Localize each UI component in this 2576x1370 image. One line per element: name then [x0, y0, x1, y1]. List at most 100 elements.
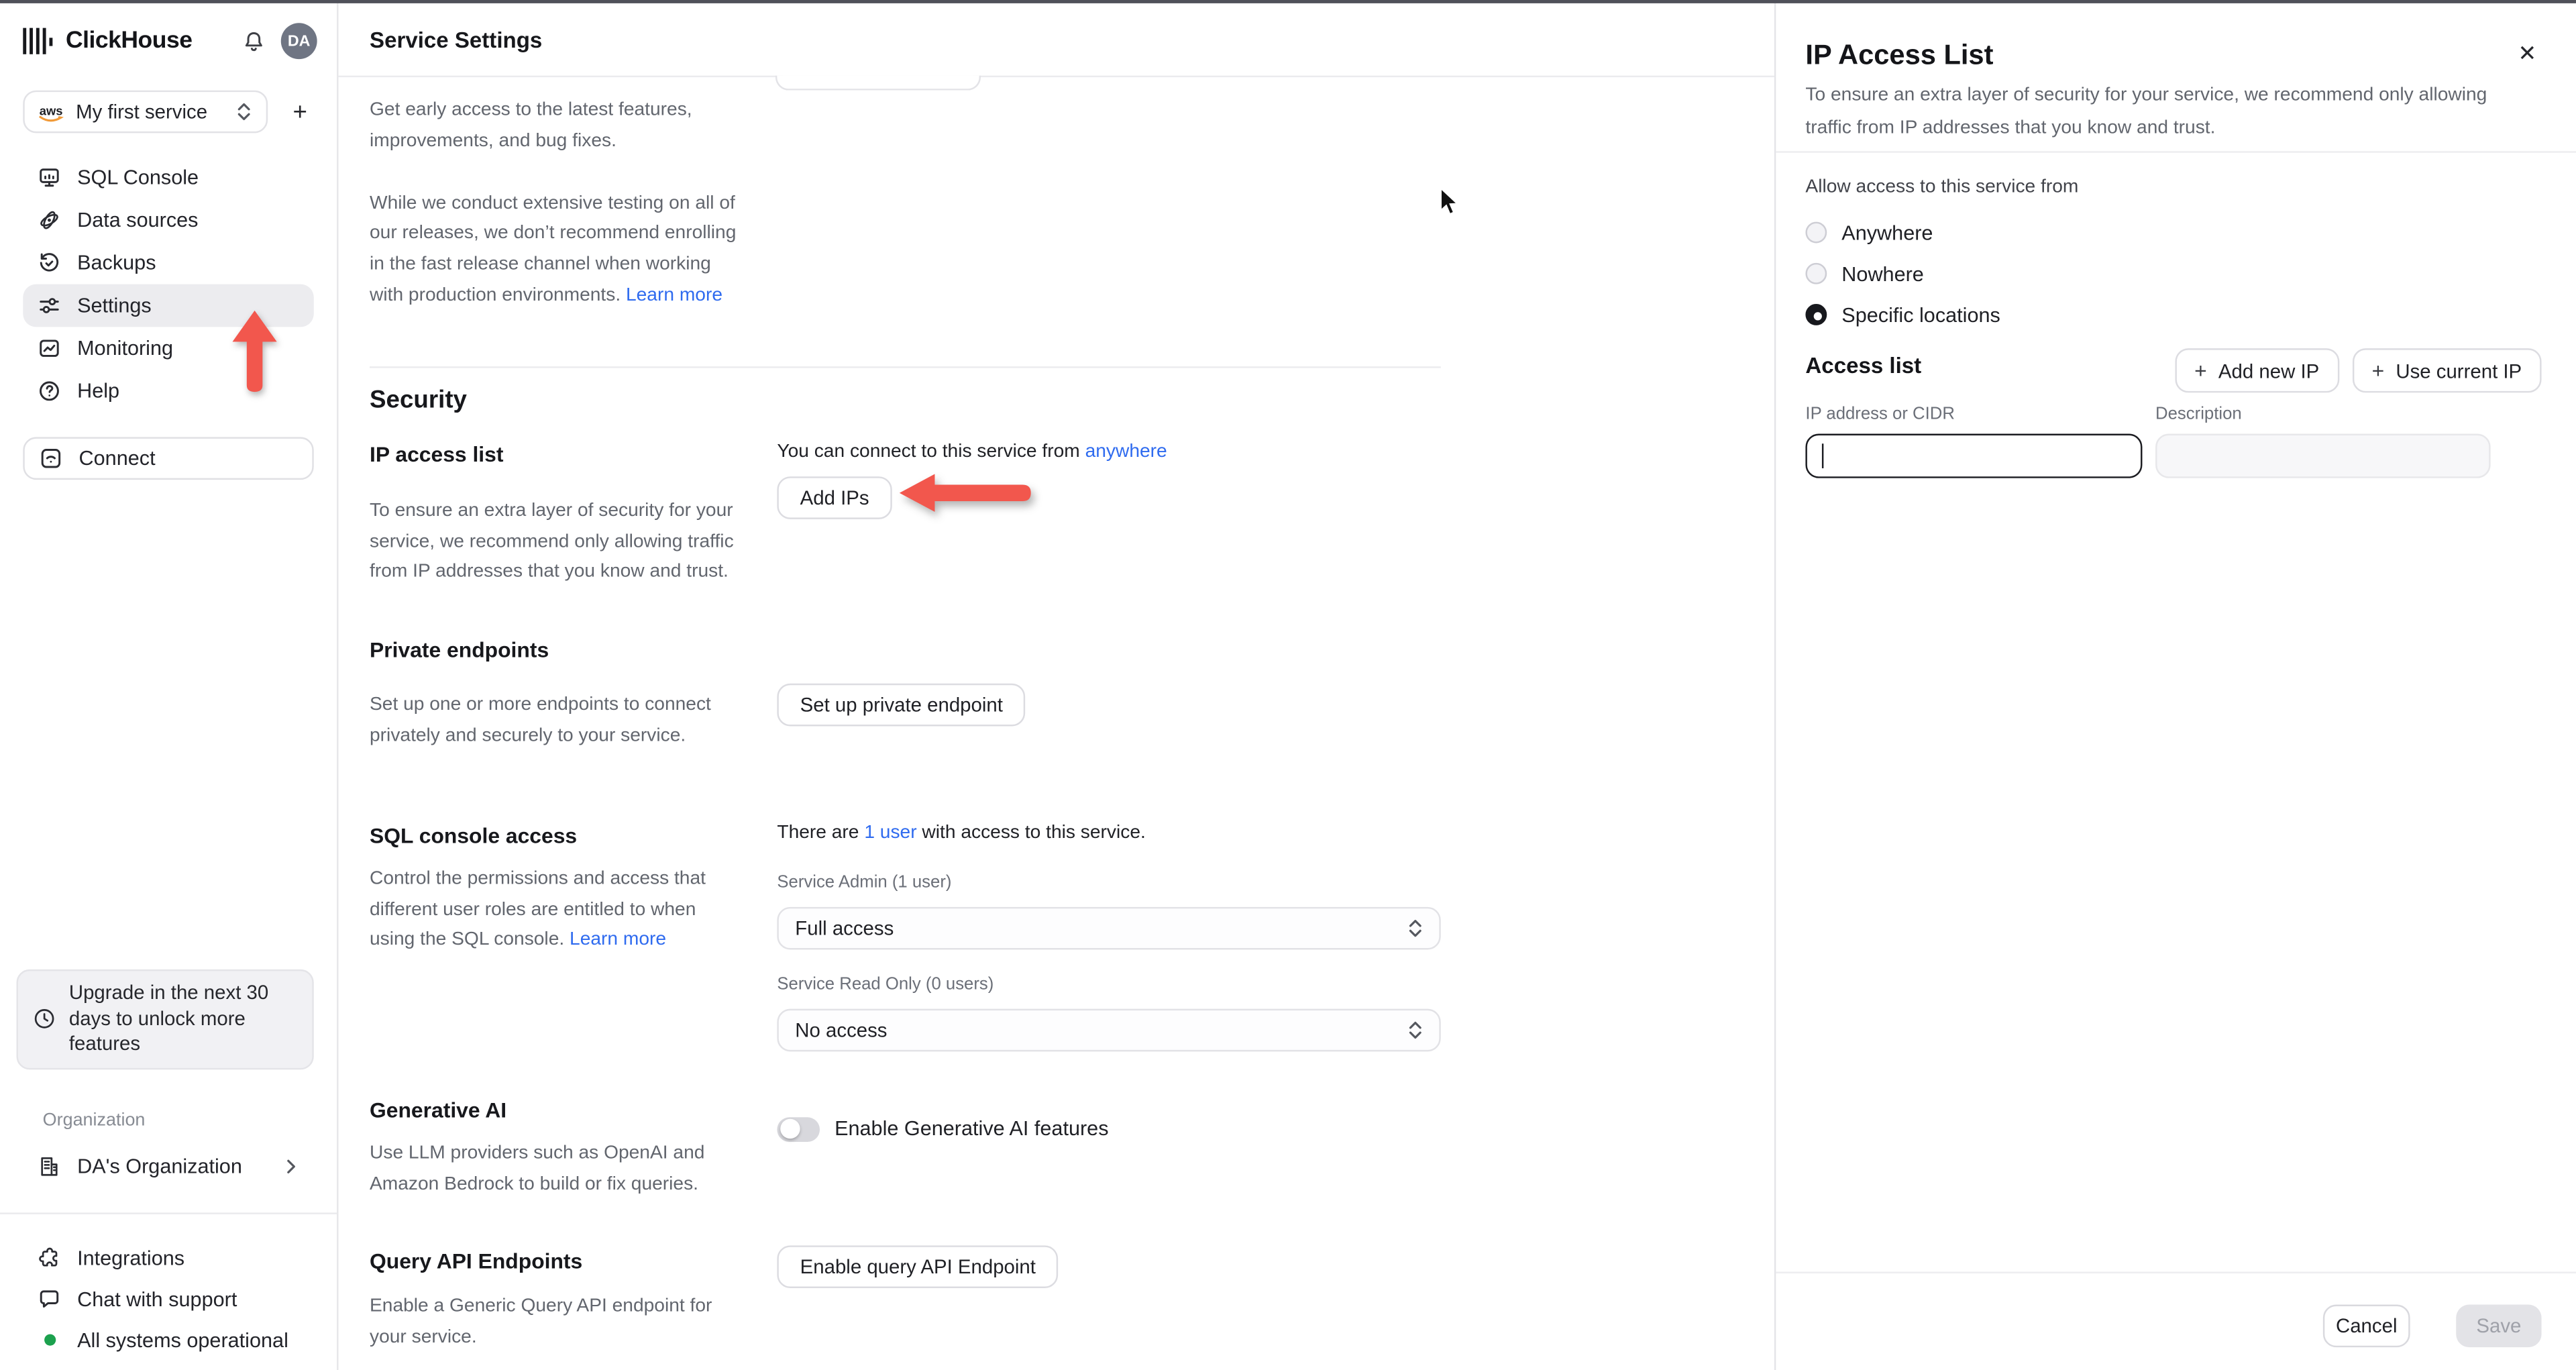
- radio-circle-selected[interactable]: [1805, 304, 1827, 325]
- cancel-button[interactable]: Cancel: [2322, 1304, 2410, 1348]
- ip-field-label: IP address or CIDR: [1805, 404, 1955, 424]
- chevron-updown-icon: [1409, 1021, 1421, 1039]
- generative-ai-toggle[interactable]: [777, 1116, 820, 1142]
- sidebar: ClickHouse DA aws My first service + SQL…: [0, 3, 339, 1370]
- chevron-right-icon: [282, 1157, 299, 1173]
- monitoring-chart-icon: [38, 337, 60, 360]
- query-api-title: Query API Endpoints: [370, 1249, 583, 1274]
- upgrade-notice-text: Upgrade in the next 30 days to unlock mo…: [68, 981, 269, 1055]
- setup-private-endpoint-button[interactable]: Set up private endpoint: [777, 684, 1026, 727]
- upgrade-notice[interactable]: Upgrade in the next 30 days to unlock mo…: [16, 969, 314, 1069]
- service-selector[interactable]: aws My first service: [23, 90, 268, 134]
- generative-ai-description: Use LLM providers such as OpenAI and Ama…: [370, 1143, 705, 1194]
- mouse-cursor: [1440, 187, 1460, 215]
- anywhere-link[interactable]: anywhere: [1085, 441, 1167, 461]
- add-ips-button[interactable]: Add IPs: [777, 476, 892, 519]
- connect-icon: [40, 447, 62, 470]
- plus-icon: +: [2194, 358, 2207, 383]
- service-name: My first service: [76, 100, 208, 123]
- sidebar-item-label: Backups: [77, 251, 156, 274]
- sidebar-item-backups[interactable]: Backups: [23, 242, 313, 284]
- chevron-updown-icon: [1409, 919, 1421, 937]
- clock-icon: [33, 1008, 56, 1031]
- text-caret: [1821, 443, 1824, 468]
- close-icon[interactable]: ✕: [2518, 43, 2537, 65]
- generative-ai-toggle-label: Enable Generative AI features: [835, 1117, 1109, 1141]
- sidebar-item-data-sources[interactable]: Data sources: [23, 199, 313, 242]
- sidebar-item-system-status[interactable]: All systems operational: [23, 1320, 313, 1361]
- main-header: Service Settings: [338, 3, 1774, 78]
- radio-circle[interactable]: [1805, 262, 1827, 284]
- learn-more-link[interactable]: Learn more: [570, 931, 666, 950]
- panel-footer-divider: [1776, 1271, 2576, 1273]
- sql-console-icon: [38, 166, 60, 189]
- access-list-buttons: + Add new IP + Use current IP: [2174, 348, 2542, 393]
- organization-name: DA's Organization: [77, 1154, 242, 1177]
- clickhouse-console: ClickHouse DA aws My first service + SQL…: [0, 0, 2576, 1370]
- sql-access-description: Control the permissions and access that …: [370, 868, 706, 951]
- sidebar-item-label: Chat with support: [77, 1287, 237, 1311]
- data-sources-icon: [38, 209, 60, 231]
- chevron-updown-icon: [237, 102, 252, 121]
- sidebar-item-label: Integrations: [77, 1246, 185, 1269]
- avatar[interactable]: DA: [280, 23, 317, 60]
- main-content: Service Settings Get early access to the…: [338, 3, 1774, 1370]
- notifications-bell-icon[interactable]: [241, 29, 266, 54]
- radio-specific-locations[interactable]: Specific locations: [1805, 294, 2000, 335]
- connect-label: Connect: [78, 447, 156, 470]
- red-arrow-up: [232, 310, 277, 392]
- sidebar-item-label: SQL Console: [77, 166, 199, 189]
- generative-ai-title: Generative AI: [370, 1097, 507, 1122]
- fast-release-p2: While we conduct extensive testing on al…: [370, 193, 737, 306]
- description-input[interactable]: [2155, 433, 2491, 478]
- sql-access-title: SQL console access: [370, 823, 578, 848]
- radio-nowhere[interactable]: Nowhere: [1805, 253, 2000, 294]
- organization-section-label: Organization: [42, 1110, 146, 1130]
- fast-release-p1: Get early access to the latest features,…: [370, 100, 692, 151]
- logo-row: ClickHouse DA: [23, 19, 317, 62]
- sidebar-item-label: Help: [77, 379, 120, 403]
- sql-console-access-section: SQL console access Control the permissio…: [370, 823, 1441, 1051]
- help-icon: [38, 380, 60, 403]
- backups-icon: [38, 252, 60, 274]
- settings-content: Get early access to the latest features,…: [370, 76, 1441, 1354]
- sidebar-item-label: Settings: [77, 294, 152, 317]
- query-api-section: Query API Endpoints Enable a Generic Que…: [370, 1246, 1441, 1354]
- service-admin-select[interactable]: Full access: [777, 906, 1441, 949]
- add-new-ip-button[interactable]: + Add new IP: [2174, 348, 2339, 393]
- sidebar-item-label: Data sources: [77, 209, 199, 232]
- status-dot-icon: [38, 1328, 60, 1351]
- enable-query-api-button[interactable]: Enable query API Endpoint: [777, 1246, 1059, 1289]
- add-service-button[interactable]: +: [286, 96, 314, 127]
- puzzle-icon: [38, 1247, 60, 1269]
- service-readonly-select[interactable]: No access: [777, 1008, 1441, 1051]
- fast-release-section: Get early access to the latest features,…: [370, 95, 1441, 312]
- sidebar-item-sql-console[interactable]: SQL Console: [23, 156, 313, 199]
- chat-bubble-icon: [38, 1287, 60, 1310]
- ip-access-status: You can connect to this service from any…: [777, 441, 1167, 462]
- ip-address-input[interactable]: [1805, 433, 2143, 478]
- connect-button[interactable]: Connect: [23, 437, 314, 480]
- sidebar-item-label: Monitoring: [77, 337, 174, 360]
- save-button[interactable]: Save: [2456, 1304, 2542, 1348]
- sidebar-item-chat-support[interactable]: Chat with support: [23, 1278, 313, 1319]
- generative-ai-section: Generative AI Use LLM providers such as …: [370, 1097, 1441, 1200]
- sidebar-divider: [0, 1212, 337, 1214]
- learn-more-link[interactable]: Learn more: [626, 286, 722, 305]
- settings-sliders-icon: [38, 294, 60, 317]
- page-title: Service Settings: [370, 27, 543, 52]
- service-readonly-label: Service Read Only (0 users): [777, 973, 994, 994]
- service-admin-label: Service Admin (1 user): [777, 872, 952, 892]
- private-endpoints-description: Set up one or more endpoints to connect …: [370, 695, 711, 746]
- sidebar-item-integrations[interactable]: Integrations: [23, 1237, 313, 1278]
- service-readonly-value: No access: [795, 1018, 888, 1042]
- radio-circle[interactable]: [1805, 221, 1827, 244]
- private-endpoints-title: Private endpoints: [370, 637, 549, 663]
- use-current-ip-button[interactable]: + Use current IP: [2352, 348, 2542, 393]
- one-user-link[interactable]: 1 user: [864, 823, 916, 842]
- organization-row[interactable]: DA's Organization: [23, 1145, 313, 1186]
- window-top-bar: [0, 0, 2576, 3]
- service-admin-value: Full access: [795, 916, 894, 940]
- radio-anywhere[interactable]: Anywhere: [1805, 212, 2000, 253]
- allow-access-radio-group: Anywhere Nowhere Specific locations: [1805, 212, 2000, 335]
